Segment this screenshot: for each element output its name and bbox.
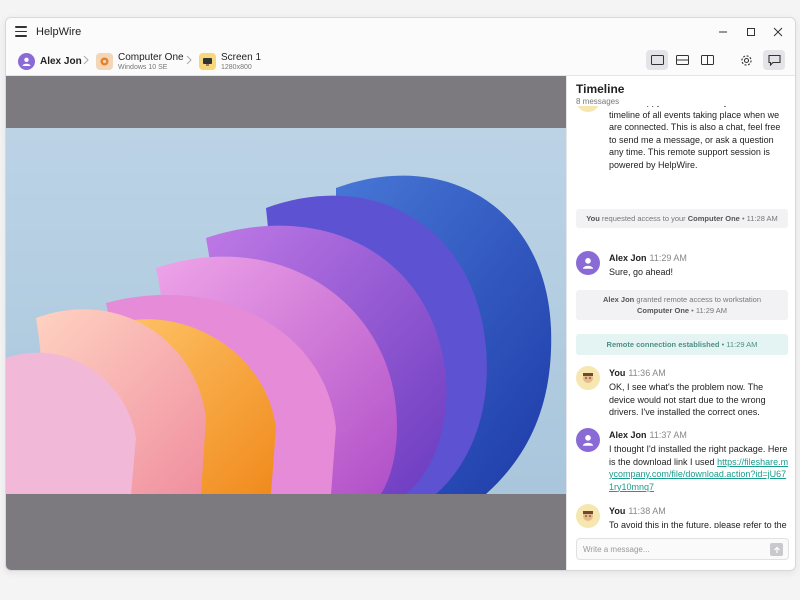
connection-established-event: Remote connection established • 11:29 AM [576,334,788,355]
breadcrumb-screen-resolution: 1280x800 [221,63,252,71]
you-avatar-icon [576,366,600,390]
arrow-up-icon [773,546,780,553]
chevron-right-icon [185,55,193,65]
app-title: HelpWire [36,26,82,38]
split-horizontal-icon [675,55,689,65]
gear-icon [740,54,752,66]
breadcrumb-user[interactable]: Alex Jon [18,48,82,74]
screen-icon [199,52,216,70]
message-author: You 11:38 AM [609,506,666,516]
settings-button[interactable] [735,50,757,70]
message-text: OK, I see what's the problem now. The de… [609,382,766,417]
message-author: Alex Jon 11:29 AM [609,253,687,263]
split-vertical-button[interactable] [696,50,718,70]
chevron-right-icon [82,55,90,65]
single-view-button[interactable] [646,50,668,70]
system-event: Alex Jon granted remote access to workst… [576,290,788,320]
chat-icon [767,54,781,66]
breadcrumb-screen-name: Screen 1 [221,51,262,63]
split-horizontal-button[interactable] [671,50,693,70]
toolbar: Alex Jon Computer One Windows 10 SE Scre… [6,46,795,76]
timeline-message: Alex Jon 11:29 AM Sure, go ahead! [576,251,788,283]
breadcrumb-computer-os: Windows 10 SE [118,63,168,71]
you-avatar-icon [576,504,600,528]
split-vertical-icon [700,55,714,65]
message-author: Alex Jon 11:37 AM [609,430,687,440]
maximize-icon[interactable] [739,22,763,42]
timeline-scroll[interactable]: Hi! I'm happy to assist. Here you'll see… [567,106,795,528]
message-text: Sure, go ahead! [609,267,674,277]
breadcrumb-computer[interactable]: Computer One Windows 10 SE [96,48,184,74]
app-window: HelpWire Alex Jon Computer One Windows 1… [5,17,796,571]
message-text: Hi! I'm happy to assist. Here you'll see… [609,106,781,170]
breadcrumb-screen[interactable]: Screen 1 1280x800 [199,48,261,74]
computer-icon [96,52,113,70]
chat-toggle-button[interactable] [763,50,785,70]
bloom-wallpaper-image [6,175,552,494]
user-avatar-icon [18,52,35,70]
single-view-icon [650,55,664,65]
system-event: You requested access to your Computer On… [576,209,788,228]
remote-desktop-wallpaper [6,128,566,494]
timeline-panel: Timeline 8 messages Hi! I'm happy to ass… [566,76,795,570]
send-button[interactable] [770,543,783,556]
timeline-message-count: 8 messages [576,97,620,106]
remote-screen-view[interactable] [6,76,566,570]
close-icon[interactable] [766,22,790,42]
breadcrumb-user-name: Alex Jon [40,55,82,67]
timeline-title: Timeline [576,82,625,96]
message-input[interactable]: Write a message... [576,538,789,560]
message-author: You 11:36 AM [609,368,666,378]
timeline-message: Hi! I'm happy to assist. Here you'll see… [576,106,788,170]
breadcrumb-computer-name: Computer One [118,51,184,63]
minimize-icon[interactable] [711,22,735,42]
user-avatar-icon [576,251,600,275]
message-text: To avoid this in the future, please refe… [609,520,787,528]
timeline-message: You 11:36 AM OK, I see what's the problem… [576,366,788,422]
user-avatar-icon [576,428,600,452]
title-bar: HelpWire [6,18,795,46]
timeline-message: You 11:38 AM To avoid this in the future,… [576,504,788,528]
message-text: I thought I'd installed the right packag… [609,444,789,492]
hamburger-menu-icon[interactable] [15,26,27,37]
message-input-placeholder: Write a message... [583,545,650,554]
timeline-message: Alex Jon 11:37 AM I thought I'd installed… [576,428,788,498]
you-avatar-icon [576,106,600,112]
